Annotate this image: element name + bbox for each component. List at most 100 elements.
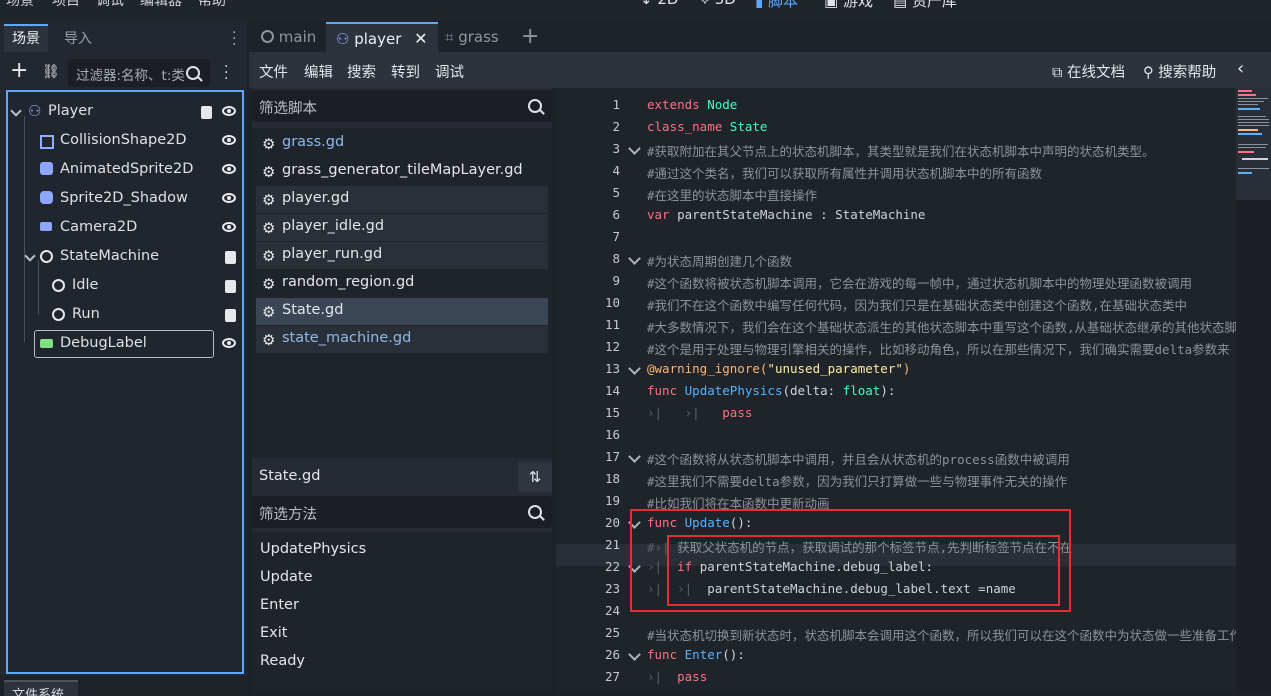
add-node-icon[interactable]: + bbox=[10, 60, 30, 82]
external-link-icon: ⧉ bbox=[1052, 65, 1063, 81]
script-item-grass[interactable]: ⚙ grass.gd bbox=[256, 130, 548, 157]
script-item-player-run[interactable]: ⚙ player_run.gd bbox=[256, 242, 548, 269]
online-docs-button[interactable]: ⧉ 在线文档 bbox=[1052, 61, 1125, 82]
dock-menu-icon[interactable]: · · · bbox=[232, 26, 236, 52]
code-line: func Enter(): bbox=[647, 647, 745, 662]
line-number: 15 bbox=[604, 405, 620, 420]
line-number: 4 bbox=[612, 163, 620, 178]
code-minimap[interactable] bbox=[1236, 88, 1271, 694]
chevron-down-icon[interactable] bbox=[10, 105, 22, 117]
line-number: 1 bbox=[612, 97, 620, 112]
tree-item-debuglabel[interactable]: DebugLabel bbox=[8, 330, 242, 359]
menu-search[interactable]: 搜索 bbox=[347, 61, 376, 82]
chevron-left-icon[interactable]: ‹ bbox=[1237, 58, 1244, 79]
script-item-random-region[interactable]: ⚙ random_region.gd bbox=[256, 270, 548, 297]
visibility-eye-icon[interactable] bbox=[222, 135, 236, 145]
workspace-game[interactable]: ▣ 游戏 bbox=[824, 0, 873, 11]
code-line: #为状态周期创建几个函数 bbox=[647, 254, 793, 269]
script-icon[interactable] bbox=[201, 106, 212, 119]
tree-item-sprite2d-shadow[interactable]: Sprite2D_Shadow bbox=[8, 185, 242, 214]
kebab-menu-icon[interactable]: · · · bbox=[224, 60, 228, 86]
menu-debug-script[interactable]: 调试 bbox=[435, 61, 464, 82]
add-tab-icon[interactable]: + bbox=[521, 24, 539, 49]
line-number: 26 bbox=[604, 647, 620, 662]
fold-arrow-icon[interactable] bbox=[628, 362, 641, 375]
script-menu-bar: 文件 编辑 搜索 转到 调试 ⧉ 在线文档 ⚲ 搜索帮助 ‹ bbox=[249, 52, 1271, 88]
tree-item-statemachine[interactable]: StateMachine bbox=[8, 243, 242, 272]
script-item-player[interactable]: ⚙ player.gd bbox=[256, 186, 548, 213]
line-number: 6 bbox=[612, 207, 620, 222]
search-icon bbox=[528, 505, 542, 519]
tree-item-idle[interactable]: Idle bbox=[8, 272, 242, 301]
script-item-state-machine[interactable]: ⚙ state_machine.gd bbox=[256, 326, 548, 353]
link-icon[interactable]: ⛓ bbox=[42, 64, 60, 80]
workspace-3d[interactable]: ⟡ 3D bbox=[700, 0, 736, 8]
current-script-name: State.gd bbox=[259, 468, 321, 484]
code-line: #这里我们不需要delta参数，因为我们只打算做一些与物理事件无关的操作 bbox=[647, 474, 1068, 489]
code-line: extends Node bbox=[647, 97, 738, 112]
tab-player[interactable]: ⚇ player ✕ bbox=[326, 22, 438, 52]
workspace-asset-library[interactable]: ▤ 资产库 bbox=[893, 0, 957, 11]
animated-sprite-icon bbox=[40, 162, 53, 175]
tree-item-run[interactable]: Run bbox=[8, 301, 242, 330]
script-icon[interactable] bbox=[225, 309, 236, 322]
tree-item-player[interactable]: ⚇ Player bbox=[8, 98, 242, 127]
line-number: 7 bbox=[612, 229, 620, 244]
visibility-eye-icon[interactable] bbox=[222, 164, 236, 174]
method-item[interactable]: Ready bbox=[260, 653, 305, 669]
menu-scene[interactable]: 场景 bbox=[6, 0, 34, 10]
node-filter-input[interactable]: 过滤器:名称、t:类 bbox=[68, 59, 210, 87]
line-number: 19 bbox=[604, 493, 620, 508]
script-filter-input[interactable]: 筛选脚本 bbox=[252, 90, 552, 122]
script-item-player-idle[interactable]: ⚙ player_idle.gd bbox=[256, 214, 548, 241]
visibility-eye-icon[interactable] bbox=[222, 106, 236, 116]
tab-scene[interactable]: 场景 bbox=[4, 24, 48, 52]
fold-arrow-icon[interactable] bbox=[628, 648, 641, 661]
script-icon[interactable] bbox=[225, 251, 236, 264]
menu-editor[interactable]: 编辑器 bbox=[140, 0, 182, 10]
line-number: 11 bbox=[604, 317, 620, 332]
script-item-grass-generator[interactable]: ⚙ grass_generator_tileMapLayer.gd bbox=[256, 158, 548, 185]
collision-shape-icon bbox=[40, 135, 54, 149]
tree-item-camera2d[interactable]: Camera2D bbox=[8, 214, 242, 243]
tree-item-animatedsprite2d[interactable]: AnimatedSprite2D bbox=[8, 156, 242, 185]
script-icon[interactable] bbox=[225, 280, 236, 293]
workspace-2d[interactable]: ↕ 2D bbox=[640, 0, 678, 8]
line-number: 13 bbox=[604, 361, 620, 376]
visibility-eye-icon[interactable] bbox=[222, 338, 236, 348]
script-item-state[interactable]: ⚙ State.gd bbox=[256, 298, 548, 325]
line-number: 14 bbox=[604, 383, 620, 398]
tab-import[interactable]: 导入 bbox=[56, 26, 100, 52]
tab-grass[interactable]: ⌗ grass bbox=[435, 22, 509, 52]
method-item[interactable]: Enter bbox=[260, 597, 299, 613]
menu-goto[interactable]: 转到 bbox=[391, 61, 420, 82]
code-editor[interactable]: 1 2 3 4 5 6 7 8 9 10 11 12 13 14 15 16 17 18 19 20 21 22 23 24 2… bbox=[556, 88, 1250, 694]
fold-arrow-icon[interactable] bbox=[628, 142, 641, 155]
close-icon[interactable]: ✕ bbox=[414, 29, 427, 48]
workspace-script[interactable]: ▮ 脚本 bbox=[755, 0, 798, 11]
line-number: 24 bbox=[604, 603, 620, 618]
fold-arrow-icon[interactable] bbox=[628, 450, 641, 463]
tab-main[interactable]: main bbox=[251, 22, 326, 52]
line-number: 23 bbox=[604, 581, 620, 596]
line-number: 21 bbox=[604, 537, 620, 552]
menu-file[interactable]: 文件 bbox=[259, 61, 288, 82]
method-item[interactable]: Exit bbox=[260, 625, 287, 641]
visibility-eye-icon[interactable] bbox=[222, 193, 236, 203]
fold-arrow-icon[interactable] bbox=[628, 252, 641, 265]
method-filter-input[interactable]: 筛选方法 bbox=[252, 496, 552, 528]
sort-icon[interactable]: ⇅ bbox=[518, 462, 552, 492]
menu-debug[interactable]: 调试 bbox=[96, 0, 124, 10]
line-number: 22 bbox=[604, 559, 620, 574]
gear-icon: ⚙ bbox=[262, 247, 276, 265]
search-help-button[interactable]: ⚲ 搜索帮助 bbox=[1143, 61, 1216, 82]
menu-project[interactable]: 项目 bbox=[52, 0, 80, 10]
search-icon bbox=[186, 66, 200, 80]
method-item[interactable]: Update bbox=[260, 569, 313, 585]
visibility-eye-icon[interactable] bbox=[222, 222, 236, 232]
menu-help[interactable]: 帮助 bbox=[198, 0, 226, 10]
method-item[interactable]: UpdatePhysics bbox=[260, 541, 366, 557]
tree-item-collisionshape2d[interactable]: CollisionShape2D bbox=[8, 127, 242, 156]
chevron-down-icon[interactable] bbox=[24, 250, 36, 262]
menu-edit[interactable]: 编辑 bbox=[304, 61, 333, 82]
